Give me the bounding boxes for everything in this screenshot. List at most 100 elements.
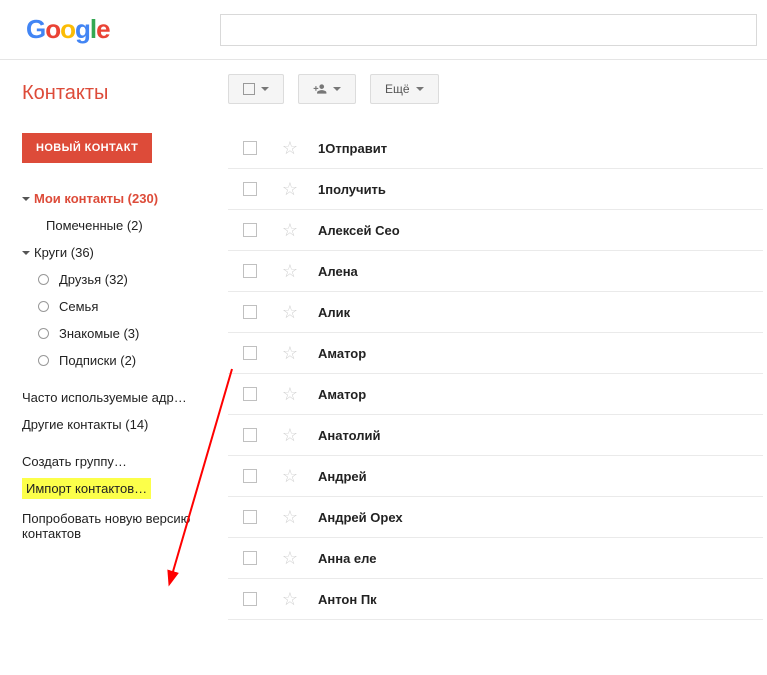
nav-circle-item[interactable]: Друзья (32) [22,266,210,293]
row-checkbox[interactable] [228,428,272,442]
row-checkbox[interactable] [228,592,272,606]
checkbox-icon [243,346,257,360]
row-star-button[interactable]: ☆ [272,467,308,485]
nav-label: Знакомые (3) [59,326,139,341]
circle-radio-icon [38,301,49,312]
nav-frequent[interactable]: Часто используемые адр… [22,384,210,411]
row-checkbox[interactable] [228,264,272,278]
row-checkbox[interactable] [228,182,272,196]
nav-try-new-contacts[interactable]: Попробовать новую версию контактов [22,505,210,547]
search-input[interactable] [220,14,757,46]
row-star-button[interactable]: ☆ [272,139,308,157]
sidebar: Контакты НОВЫЙ КОНТАКТ Мои контакты (230… [0,60,220,620]
google-logo: Google [0,14,220,45]
nav-create-group[interactable]: Создать группу… [22,448,210,475]
nav-circle-item[interactable]: Подписки (2) [22,347,210,374]
header: Google [0,0,767,60]
contact-row[interactable]: ☆ Анна еле [228,538,763,579]
more-button[interactable]: Ещё [370,74,439,104]
checkbox-icon [243,264,257,278]
contact-row[interactable]: ☆Анатолий [228,415,763,456]
nav-my-contacts[interactable]: Мои контакты (230) [22,185,210,212]
contact-row[interactable]: ☆ 1получить [228,169,763,210]
nav-label: Мои контакты (230) [34,191,158,206]
add-to-circles-button[interactable] [298,74,356,104]
nav-label: Подписки (2) [59,353,136,368]
contact-name: Андрей Орех [308,510,763,525]
contact-name: Анатолий [308,428,763,443]
contact-name: Алена [308,264,763,279]
star-icon: ☆ [282,180,298,198]
circle-radio-icon [38,328,49,339]
main: Ещё ☆1Отправит☆1получить☆Алексей Сео☆Але… [220,60,767,620]
nav-starred[interactable]: Помеченные (2) [22,212,210,239]
nav-label: Друзья (32) [59,272,128,287]
contact-row[interactable]: ☆ Андрей [228,456,763,497]
row-checkbox[interactable] [228,346,272,360]
row-checkbox[interactable] [228,305,272,319]
contact-row[interactable]: ☆ Алена [228,251,763,292]
row-checkbox[interactable] [228,510,272,524]
contact-name: Анна еле [308,551,763,566]
contact-row[interactable]: ☆ Аматор [228,374,763,415]
nav-import-contacts[interactable]: Импорт контактов… [22,478,151,499]
row-star-button[interactable]: ☆ [272,508,308,526]
layout: Контакты НОВЫЙ КОНТАКТ Мои контакты (230… [0,60,767,620]
row-checkbox[interactable] [228,551,272,565]
checkbox-icon [243,551,257,565]
nav-circles[interactable]: Круги (36) [22,239,210,266]
new-contact-button[interactable]: НОВЫЙ КОНТАКТ [22,133,152,163]
person-plus-icon [313,82,327,96]
row-star-button[interactable]: ☆ [272,303,308,321]
nav-other-contacts[interactable]: Другие контакты (14) [22,411,210,438]
star-icon: ☆ [282,508,298,526]
row-star-button[interactable]: ☆ [272,221,308,239]
row-star-button[interactable]: ☆ [272,426,308,444]
row-checkbox[interactable] [228,141,272,155]
contact-row[interactable]: ☆ Алексей Сео [228,210,763,251]
contact-list: ☆1Отправит☆1получить☆Алексей Сео☆Алена☆А… [228,128,763,620]
star-icon: ☆ [282,262,298,280]
contact-name: Андрей [308,469,763,484]
row-star-button[interactable]: ☆ [272,344,308,362]
row-checkbox[interactable] [228,469,272,483]
checkbox-icon [243,592,257,606]
contact-row[interactable]: ☆1Отправит [228,128,763,169]
circle-radio-icon [38,274,49,285]
contact-row[interactable]: ☆Антон Пк [228,579,763,620]
nav-circle-item[interactable]: Семья [22,293,210,320]
nav-label: Круги (36) [34,245,94,260]
row-star-button[interactable]: ☆ [272,590,308,608]
contact-row[interactable]: ☆Алик [228,292,763,333]
contact-name: 1получить [308,182,763,197]
contact-row[interactable]: ☆Аматор [228,333,763,374]
checkbox-icon [243,305,257,319]
star-icon: ☆ [282,385,298,403]
star-icon: ☆ [282,467,298,485]
row-star-button[interactable]: ☆ [272,549,308,567]
app-title: Контакты [22,82,210,105]
contact-name: 1Отправит [308,141,763,156]
checkbox-icon [243,469,257,483]
row-star-button[interactable]: ☆ [272,180,308,198]
contact-name: Алексей Сео [308,223,763,238]
nav-circle-item[interactable]: Знакомые (3) [22,320,210,347]
contact-row[interactable]: ☆ Андрей Орех [228,497,763,538]
dropdown-caret-icon [416,87,424,91]
dropdown-caret-icon [261,87,269,91]
contact-name: Аматор [308,387,763,402]
search-container [220,4,767,56]
dropdown-caret-icon [333,87,341,91]
row-checkbox[interactable] [228,387,272,401]
nav-label: Помеченные (2) [46,218,143,233]
checkbox-icon [243,182,257,196]
row-star-button[interactable]: ☆ [272,262,308,280]
checkbox-icon [243,223,257,237]
row-star-button[interactable]: ☆ [272,385,308,403]
star-icon: ☆ [282,549,298,567]
row-checkbox[interactable] [228,223,272,237]
checkbox-icon [243,510,257,524]
nav-label: Семья [59,299,98,314]
select-all-button[interactable] [228,74,284,104]
star-icon: ☆ [282,221,298,239]
